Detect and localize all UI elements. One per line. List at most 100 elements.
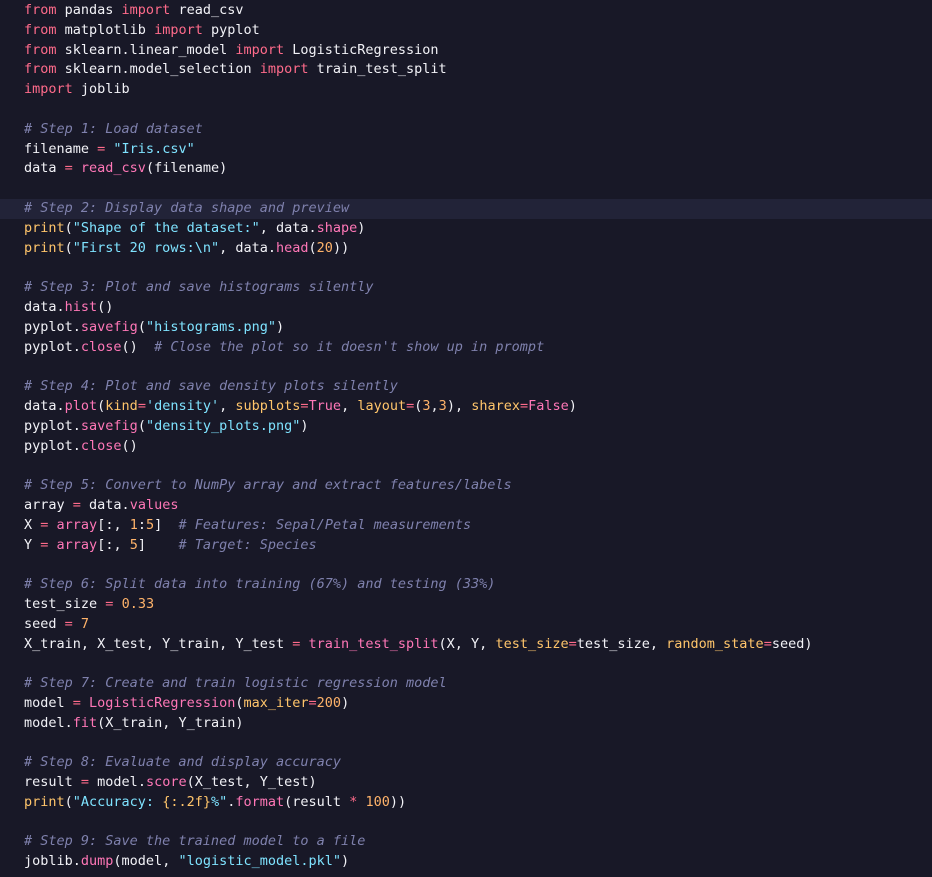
code-editor[interactable]: from pandas import read_csv from matplotl…	[0, 0, 932, 877]
code-line[interactable]	[0, 357, 932, 377]
code-token: ()	[121, 338, 155, 355]
code-line[interactable]: from pandas import read_csv	[0, 1, 932, 21]
code-token: "Accuracy:	[72, 793, 163, 810]
code-line[interactable]	[0, 179, 932, 199]
code-line[interactable]: test_size = 0.33	[0, 595, 932, 615]
code-token: random_state	[666, 635, 764, 652]
code-token: print	[24, 219, 65, 236]
code-line[interactable]: data = read_csv(filename)	[0, 159, 932, 179]
code-token: ,	[341, 397, 358, 414]
code-line[interactable]: pyplot.savefig("density_plots.png")	[0, 417, 932, 437]
code-line[interactable]: from sklearn.model_selection import trai…	[0, 60, 932, 80]
code-token: "Shape of the dataset:"	[72, 219, 260, 236]
code-token: (	[137, 417, 146, 434]
code-token: # Close the plot so it doesn't show up i…	[154, 338, 545, 355]
code-line[interactable]	[0, 456, 932, 476]
code-token: close	[80, 338, 122, 355]
code-token: from	[24, 2, 57, 18]
code-token: kind	[105, 397, 138, 414]
code-token: 0.33	[121, 595, 155, 612]
code-line[interactable]: # Step 4: Plot and save density plots si…	[0, 377, 932, 397]
code-token: 5	[145, 516, 155, 533]
code-token: X	[24, 516, 41, 533]
code-line[interactable]: Y = array[:, 5] # Target: Species	[0, 536, 932, 556]
code-token: 20	[316, 239, 333, 256]
code-line[interactable]: print("First 20 rows:\n", data.head(20))	[0, 239, 932, 259]
code-line[interactable]: joblib.dump(model, "logistic_model.pkl")	[0, 852, 932, 872]
code-line[interactable]: pyplot.savefig("histograms.png")	[0, 318, 932, 338]
code-token: array	[48, 516, 98, 533]
code-line[interactable]: X_train, X_test, Y_train, Y_test = train…	[0, 635, 932, 655]
code-token: test_size,	[576, 635, 667, 652]
code-line[interactable]	[0, 100, 932, 120]
code-token: )	[357, 219, 366, 236]
code-line[interactable]: data.hist()	[0, 298, 932, 318]
code-token: "histograms.png"	[145, 318, 276, 335]
code-token: ()	[121, 437, 138, 454]
code-token: fit	[72, 714, 98, 731]
code-line[interactable]: X = array[:, 1:5] # Features: Sepal/Peta…	[0, 516, 932, 536]
code-token: =	[64, 615, 73, 632]
code-token: )	[300, 417, 309, 434]
code-token: "logistic_model.pkl"	[178, 853, 342, 870]
code-line[interactable]: from sklearn.linear_model import Logisti…	[0, 41, 932, 61]
code-token: sklearn.model_selection	[56, 61, 260, 78]
code-token: , data.	[259, 219, 317, 236]
code-token: # Target: Species	[178, 536, 317, 553]
code-line[interactable]	[0, 555, 932, 575]
code-token: # Step 8: Evaluate and display accuracy	[24, 754, 341, 771]
code-line[interactable]	[0, 258, 932, 278]
code-token: filename	[24, 140, 98, 157]
code-token: True	[308, 397, 342, 414]
code-token: hist	[64, 298, 98, 315]
code-token: %"	[210, 793, 228, 810]
code-line[interactable]: filename = "Iris.csv"	[0, 140, 932, 160]
code-line[interactable]: import joblib	[0, 80, 932, 100]
code-line[interactable]: # Step 5: Convert to NumPy array and ext…	[0, 476, 932, 496]
code-line[interactable]: # Step 7: Create and train logistic regr…	[0, 674, 932, 694]
code-line[interactable]: seed = 7	[0, 615, 932, 635]
code-token: pyplot.	[24, 338, 81, 355]
code-line[interactable]: print("Shape of the dataset:", data.shap…	[0, 219, 932, 239]
code-token: print	[24, 239, 65, 256]
code-line[interactable]: data.plot(kind='density', subplots=True,…	[0, 397, 932, 417]
code-token: , data.	[219, 239, 277, 256]
code-token: pyplot.	[24, 437, 81, 454]
code-token: (	[64, 793, 73, 810]
code-token: savefig	[80, 318, 138, 335]
code-token: 100	[365, 793, 390, 810]
code-line[interactable]: result = model.score(X_test, Y_test)	[0, 773, 932, 793]
code-line[interactable]: from matplotlib import pyplot	[0, 21, 932, 41]
code-line[interactable]	[0, 813, 932, 833]
code-token: (	[137, 318, 146, 335]
code-line[interactable]	[0, 733, 932, 753]
code-token: (X_train, Y_train)	[97, 714, 244, 731]
code-token: (	[235, 694, 244, 711]
code-token: test_size	[24, 595, 106, 612]
code-token: "density_plots.png"	[145, 417, 301, 434]
code-token: model	[24, 694, 73, 711]
code-line[interactable]: array = data.values	[0, 496, 932, 516]
code-token: pyplot.	[24, 417, 81, 434]
code-token: score	[145, 774, 187, 791]
code-line[interactable]: model = LogisticRegression(max_iter=200)	[0, 694, 932, 714]
code-line[interactable]: pyplot.close() # Close the plot so it do…	[0, 338, 932, 358]
code-line[interactable]: # Step 1: Load dataset	[0, 120, 932, 140]
code-token: train_test_split	[308, 61, 447, 78]
code-line[interactable]	[0, 654, 932, 674]
code-line[interactable]: # Step 9: Save the trained model to a fi…	[0, 832, 932, 852]
code-line[interactable]: model.fit(X_train, Y_train)	[0, 714, 932, 734]
code-line[interactable]: pyplot.close()	[0, 437, 932, 457]
code-token: dump	[80, 853, 114, 870]
code-line[interactable]: # Step 3: Plot and save histograms silen…	[0, 278, 932, 298]
code-token: test_size	[495, 635, 569, 652]
code-line[interactable]: print("Accuracy: {:.2f}%".format(result …	[0, 793, 932, 813]
code-line[interactable]: # Step 6: Split data into training (67%)…	[0, 575, 932, 595]
code-token: \n	[194, 239, 211, 256]
code-line[interactable]: # Step 8: Evaluate and display accuracy	[0, 753, 932, 773]
code-token: # Step 1: Load dataset	[24, 120, 203, 137]
code-token: =	[300, 397, 309, 414]
code-token: ,	[430, 397, 439, 414]
code-line[interactable]: # Step 2: Display data shape and preview	[0, 198, 932, 219]
